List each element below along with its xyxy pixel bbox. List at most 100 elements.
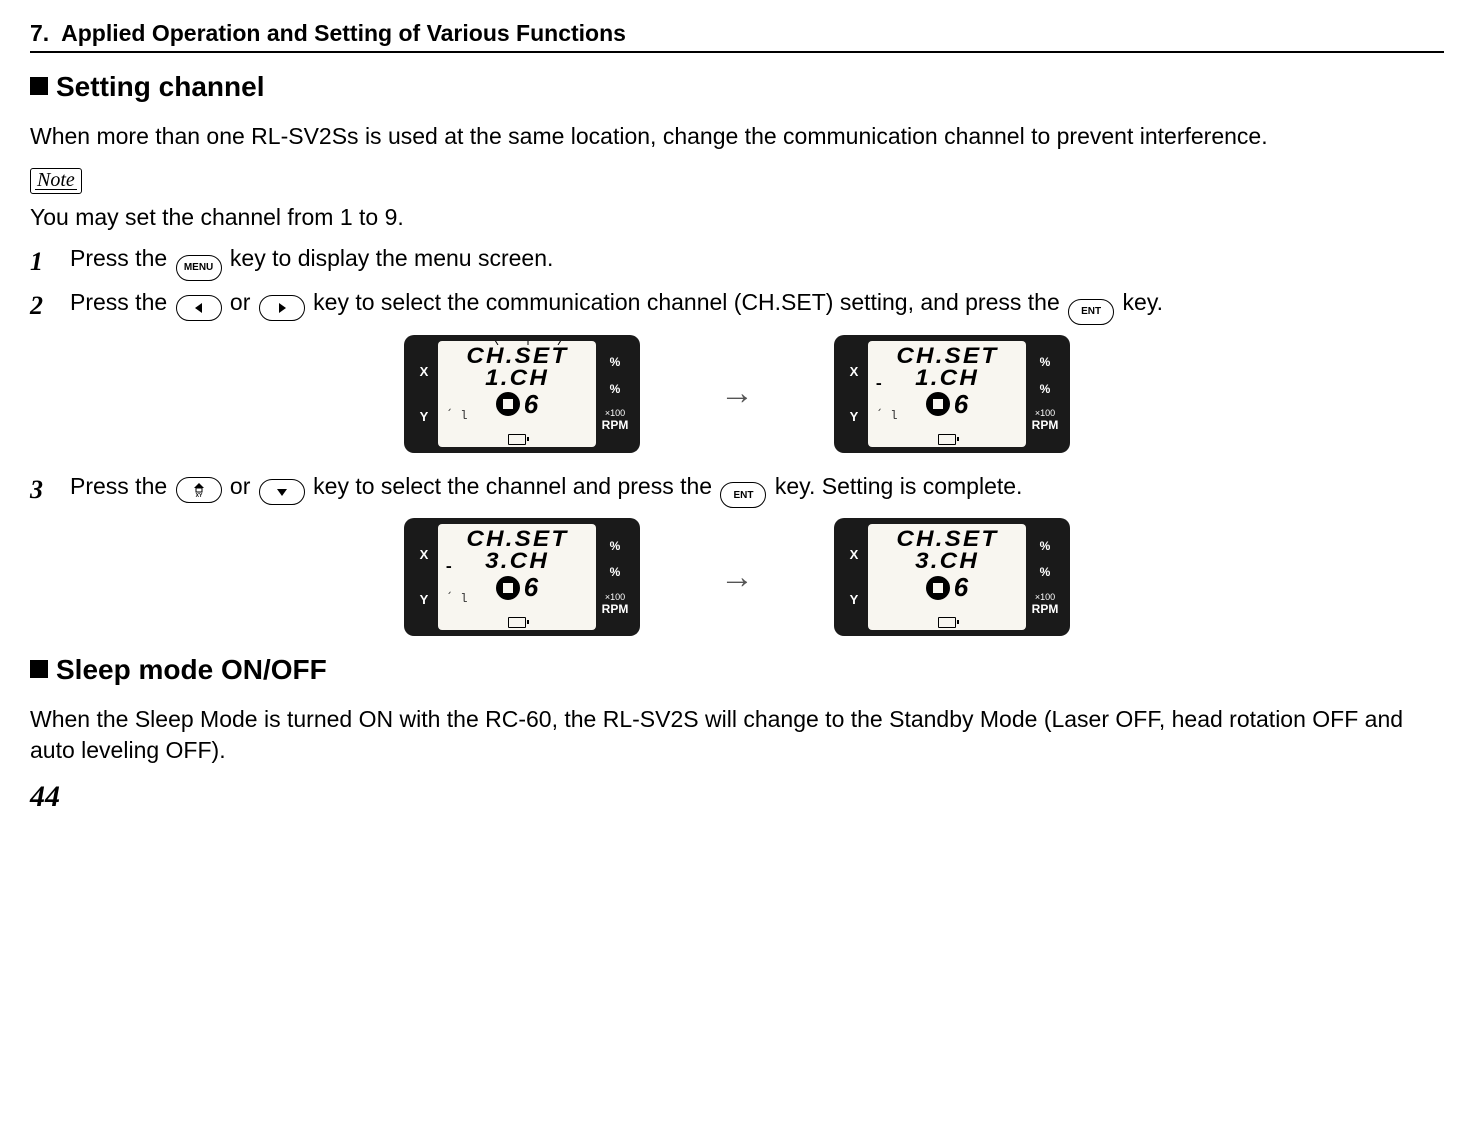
lcd-side-right: % % ×100 RPM [1026, 524, 1064, 630]
lcd-x100: ×100 [596, 408, 634, 418]
ent-key-icon: ENT [720, 482, 766, 508]
lcd-x100: ×100 [1026, 408, 1064, 418]
step-1-text: Press the MENU key to display the menu s… [70, 243, 1444, 281]
lcd-six: 6 [954, 572, 968, 603]
lcd-rpm-group: ×100 RPM [596, 408, 634, 432]
menu-key-label: MENU [184, 261, 213, 275]
note-box: Note [30, 168, 82, 194]
lcd-side-left: X Y [840, 341, 868, 447]
lcd-rpm-group: ×100 RPM [596, 592, 634, 616]
note-label: Note [37, 169, 75, 191]
target-icon [926, 392, 950, 416]
lcd-y-label: Y [840, 409, 868, 424]
tick-marks-icon: ՛ l [446, 408, 468, 423]
ent-key-icon: ENT [1068, 299, 1114, 325]
lcd-six: 6 [524, 572, 538, 603]
lcd-six: 6 [524, 389, 538, 420]
chapter-header: 7. Applied Operation and Setting of Vari… [30, 20, 1444, 53]
lcd-pct1: % [596, 355, 634, 369]
step2-mid1: or [224, 289, 257, 315]
lcd-y-label: Y [410, 409, 438, 424]
battery-icon [508, 617, 526, 628]
lcd-bottom-row: 6 [496, 389, 538, 420]
step3-mid1: or [224, 473, 257, 499]
tick-marks-icon: ՛ l [876, 408, 898, 423]
lcd-six: 6 [954, 389, 968, 420]
lcd-pct1: % [1026, 355, 1064, 369]
up-xy-key-icon: XY [176, 477, 222, 503]
target-icon [496, 576, 520, 600]
lcd-x-label: X [840, 364, 868, 379]
lcd-x-label: X [410, 364, 438, 379]
minus-icon: - [874, 375, 884, 393]
lcd-pct1: % [1026, 539, 1064, 553]
page-number: 44 [30, 780, 1444, 814]
section1-title-text: Setting channel [56, 71, 264, 102]
lcd-pct1: % [596, 539, 634, 553]
tick-marks-icon: ՛ l [446, 591, 468, 606]
down-arrow-key-icon [259, 479, 305, 505]
chapter-number: 7. [30, 20, 49, 46]
step-1-number: 1 [30, 244, 54, 279]
section2-intro: When the Sleep Mode is turned ON with th… [30, 704, 1444, 766]
ent-key-label-2: ENT [733, 489, 753, 503]
lcd-screen: CH.SET 1.CH 6 ՛ l [438, 341, 596, 447]
section-title-setting-channel: Setting channel [30, 71, 1444, 103]
step3-pre: Press the [70, 473, 174, 499]
arrow-right-icon: → [720, 374, 754, 413]
menu-key-icon: MENU [176, 255, 222, 281]
battery-icon [508, 434, 526, 445]
lcd-side-right: % % ×100 RPM [1026, 341, 1064, 447]
arrow-right-icon: → [720, 558, 754, 597]
battery-icon [938, 617, 956, 628]
lcd-pct2: % [1026, 382, 1064, 396]
lcd-row-2: X Y CH.SET - 3.CH 6 ՛ l % % ×100 RPM → X [30, 518, 1444, 636]
lcd-y-label: Y [410, 592, 438, 607]
lcd-bottom-row: 6 [926, 572, 968, 603]
section-title-sleep-mode: Sleep mode ON/OFF [30, 654, 1444, 686]
lcd-x100: ×100 [1026, 592, 1064, 602]
left-arrow-key-icon [176, 295, 222, 321]
lcd-pct2: % [596, 382, 634, 396]
step-3-text: Press the XY or key to select the channe… [70, 471, 1444, 509]
svg-text:XY: XY [195, 493, 202, 498]
step1-pre: Press the [70, 245, 174, 271]
lcd-display-1-right: X Y CH.SET - 1.CH 6 ՛ l % % ×100 RPM [834, 335, 1070, 453]
lcd-text-mid: 3.CH [915, 548, 979, 574]
ent-key-label: ENT [1081, 305, 1101, 319]
chapter-title: Applied Operation and Setting of Various… [61, 20, 626, 46]
lcd-side-left: X Y [410, 341, 438, 447]
lcd-row-1: X Y CH.SET 1.CH 6 ՛ l % % ×100 RPM → X [30, 335, 1444, 453]
lcd-display-2-left: X Y CH.SET - 3.CH 6 ՛ l % % ×100 RPM [404, 518, 640, 636]
step-3: 3 Press the XY or key to select the chan… [30, 471, 1444, 509]
right-arrow-key-icon [259, 295, 305, 321]
lcd-side-left: X Y [410, 524, 438, 630]
step-1: 1 Press the MENU key to display the menu… [30, 243, 1444, 281]
lcd-text-mid: 1.CH [485, 365, 549, 391]
step-2-text: Press the or key to select the communica… [70, 287, 1444, 325]
lcd-screen: CH.SET - 3.CH 6 ՛ l [438, 524, 596, 630]
lcd-rpm-group: ×100 RPM [1026, 408, 1064, 432]
step-3-number: 3 [30, 472, 54, 507]
lcd-side-right: % % ×100 RPM [596, 341, 634, 447]
lcd-pct2: % [596, 565, 634, 579]
step2-mid2: key to select the communication channel … [307, 289, 1066, 315]
lcd-pct2: % [1026, 565, 1064, 579]
lcd-rpm: RPM [1026, 418, 1064, 432]
lcd-x-label: X [840, 547, 868, 562]
lcd-display-2-right: X Y CH.SET 3.CH 6 % % ×100 RPM [834, 518, 1070, 636]
lcd-y-label: Y [840, 592, 868, 607]
step2-post: key. [1116, 289, 1163, 315]
lcd-bottom-row: 6 [926, 389, 968, 420]
lcd-text-mid: 1.CH [915, 365, 979, 391]
step-2: 2 Press the or key to select the communi… [30, 287, 1444, 325]
lcd-display-1-left: X Y CH.SET 1.CH 6 ՛ l % % ×100 RPM [404, 335, 640, 453]
step2-pre: Press the [70, 289, 174, 315]
lcd-text-mid: 3.CH [485, 548, 549, 574]
battery-icon [938, 434, 956, 445]
lcd-screen: CH.SET - 1.CH 6 ՛ l [868, 341, 1026, 447]
lcd-rpm: RPM [596, 602, 634, 616]
square-bullet-icon [30, 660, 48, 678]
step-2-number: 2 [30, 288, 54, 323]
note-text: You may set the channel from 1 to 9. [30, 202, 1444, 233]
